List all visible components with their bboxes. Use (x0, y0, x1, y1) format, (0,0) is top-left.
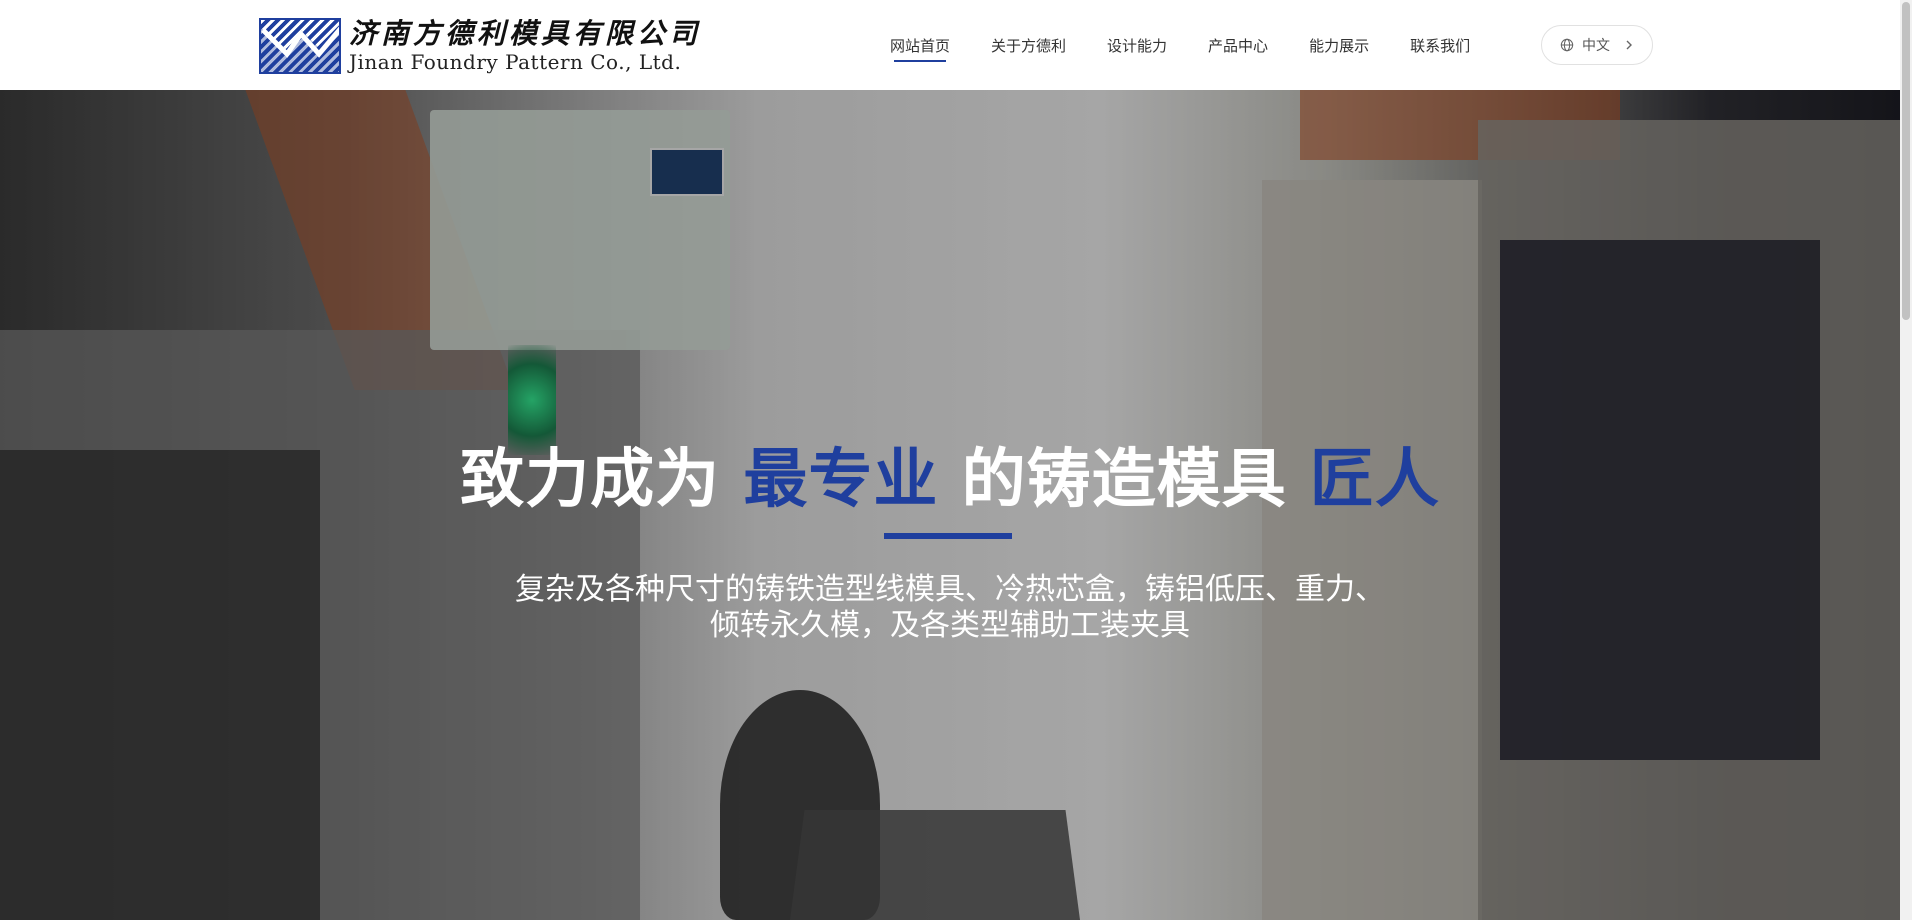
headline-accent2: 匠人 (1309, 443, 1440, 517)
logo-text: 济南方德利模具有限公司 Jinan Foundry Pattern Co., L… (349, 17, 702, 75)
hero-divider (884, 533, 1012, 539)
company-name-cn: 济南方德利模具有限公司 (349, 17, 702, 50)
headline-part2: 的铸造模具 (961, 443, 1287, 517)
company-name-en: Jinan Foundry Pattern Co., Ltd. (349, 50, 682, 74)
nav-item-products[interactable]: 产品中心 (1208, 0, 1268, 90)
logo-mark-icon (259, 18, 341, 74)
main-nav: 网站首页 关于方德利 设计能力 产品中心 能力展示 联系我们 (890, 0, 1511, 90)
language-label: 中文 (1582, 38, 1610, 54)
hero-subline-1: 复杂及各种尺寸的铸铁造型线模具、冷热芯盒，铸铝低压、重力、 (515, 572, 1385, 607)
page-scrollbar[interactable] (1900, 0, 1912, 920)
hero-subline: 复杂及各种尺寸的铸铁造型线模具、冷热芯盒，铸铝低压、重力、 倾转永久模，及各类型… (470, 572, 1430, 644)
headline-accent1: 最专业 (743, 443, 939, 517)
scrollbar-thumb[interactable] (1902, 2, 1910, 320)
company-logo[interactable]: 济南方德利模具有限公司 Jinan Foundry Pattern Co., L… (259, 18, 701, 74)
nav-item-home[interactable]: 网站首页 (890, 0, 950, 90)
site-header: 济南方德利模具有限公司 Jinan Foundry Pattern Co., L… (0, 0, 1900, 90)
nav-item-about[interactable]: 关于方德利 (991, 0, 1066, 90)
headline-part1: 致力成为 (460, 443, 721, 517)
nav-item-contact[interactable]: 联系我们 (1410, 0, 1470, 90)
nav-item-showcase[interactable]: 能力展示 (1309, 0, 1369, 90)
chevron-right-icon (1626, 40, 1632, 50)
nav-item-design[interactable]: 设计能力 (1107, 0, 1167, 90)
hero-subline-2: 倾转永久模，及各类型辅助工装夹具 (710, 608, 1190, 643)
hero-headline: 致力成为 最专业 的铸造模具 匠人 (0, 428, 1900, 520)
globe-icon (1560, 38, 1574, 52)
language-switcher[interactable]: 中文 (1541, 25, 1653, 65)
